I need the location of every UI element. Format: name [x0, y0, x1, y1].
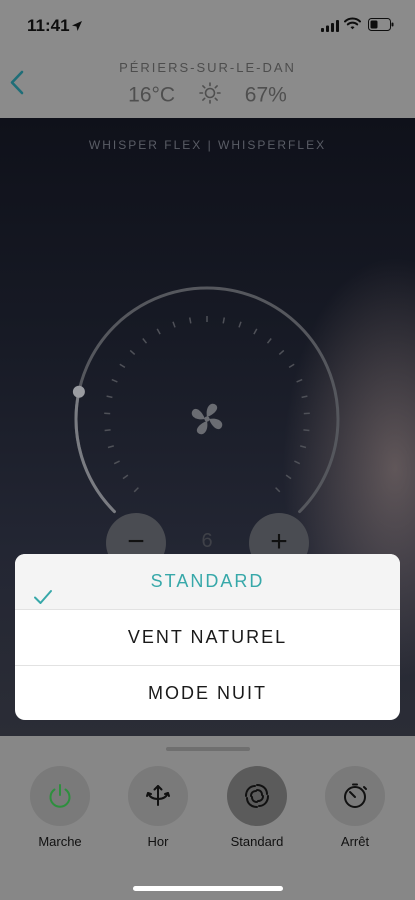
mode-option-vent-naturel[interactable]: VENT NATUREL: [15, 610, 400, 665]
dial-tick: [301, 395, 308, 399]
dial-tick: [275, 487, 281, 493]
dial-tick: [296, 378, 303, 383]
speed-knob: [72, 385, 85, 398]
location-arrow-icon: [71, 19, 83, 37]
dial-tick: [294, 460, 301, 465]
dial-tick: [142, 338, 148, 344]
fan-mode-icon: [245, 784, 269, 808]
dial-tick: [300, 445, 307, 449]
speed-dial[interactable]: [62, 272, 352, 532]
status-time: 11:41: [27, 16, 70, 35]
fan-icon: [191, 403, 223, 435]
mode-picker: STANDARD VENT NATUREL MODE NUIT: [15, 554, 400, 720]
status-bar: 11:41: [0, 0, 415, 44]
dial-tick: [238, 321, 242, 328]
dial-tick: [253, 328, 258, 335]
power-button[interactable]: Marche: [20, 766, 100, 849]
dial-tick: [278, 349, 285, 355]
dial-tick: [106, 395, 113, 399]
control-bar: Marche Hor Standard Arrêt: [0, 736, 415, 900]
sheet-grabber[interactable]: [166, 747, 250, 751]
device-name: WHISPER FLEX | WHISPERFLEX: [88, 138, 327, 152]
home-indicator[interactable]: [133, 886, 283, 891]
mode-button[interactable]: Standard: [217, 766, 297, 849]
dial-tick: [104, 429, 111, 432]
mode-option-label: STANDARD: [150, 571, 265, 591]
dial-tick: [288, 363, 295, 369]
dial-tick: [303, 429, 310, 432]
dial-tick: [266, 338, 272, 344]
wifi-icon: [344, 17, 361, 35]
dial-tick: [113, 460, 120, 465]
cellular-signal-icon: [321, 19, 339, 37]
mode-option-mode-nuit[interactable]: MODE NUIT: [15, 666, 400, 720]
mode-option-label: VENT NATUREL: [127, 627, 288, 647]
oscillation-icon: [146, 785, 170, 806]
mode-button-circle: [227, 766, 287, 826]
temperature: 16°C: [128, 83, 176, 107]
dial-tick: [122, 474, 129, 480]
dial-tick: [188, 317, 192, 324]
header-area: 11:41 PÉRIERS-SUR-LE-DAN 16°C 67%: [0, 0, 415, 118]
dial-tick: [133, 487, 139, 493]
city-name: PÉRIERS-SUR-LE-DAN: [119, 60, 296, 75]
timer-icon: [344, 783, 367, 808]
sun-icon: [199, 82, 221, 110]
dial-tick: [285, 474, 292, 480]
mode-option-standard[interactable]: STANDARD: [15, 554, 400, 609]
timer-button[interactable]: Arrêt: [315, 766, 395, 849]
dial-tick: [107, 445, 114, 449]
timer-button-circle: [325, 766, 385, 826]
timer-label: Arrêt: [340, 834, 370, 849]
weather-summary: 16°C 67%: [0, 82, 415, 110]
power-label: Marche: [38, 834, 82, 849]
mode-label: Standard: [230, 834, 284, 849]
dial-tick: [172, 321, 176, 328]
power-button-circle: [30, 766, 90, 826]
dial-tick: [129, 349, 136, 355]
oscillation-label: Hor: [147, 834, 169, 849]
power-icon: [49, 784, 71, 808]
humidity: 67%: [244, 83, 287, 107]
dial-tick: [222, 317, 226, 324]
oscillation-button[interactable]: Hor: [118, 766, 198, 849]
dial-tick: [111, 378, 118, 383]
dial-tick: [119, 363, 126, 369]
dial-tick: [156, 328, 161, 335]
battery-icon: [368, 18, 394, 36]
mode-option-label: MODE NUIT: [148, 683, 267, 703]
speed-value: 6: [201, 530, 213, 552]
oscillation-button-circle: [128, 766, 188, 826]
